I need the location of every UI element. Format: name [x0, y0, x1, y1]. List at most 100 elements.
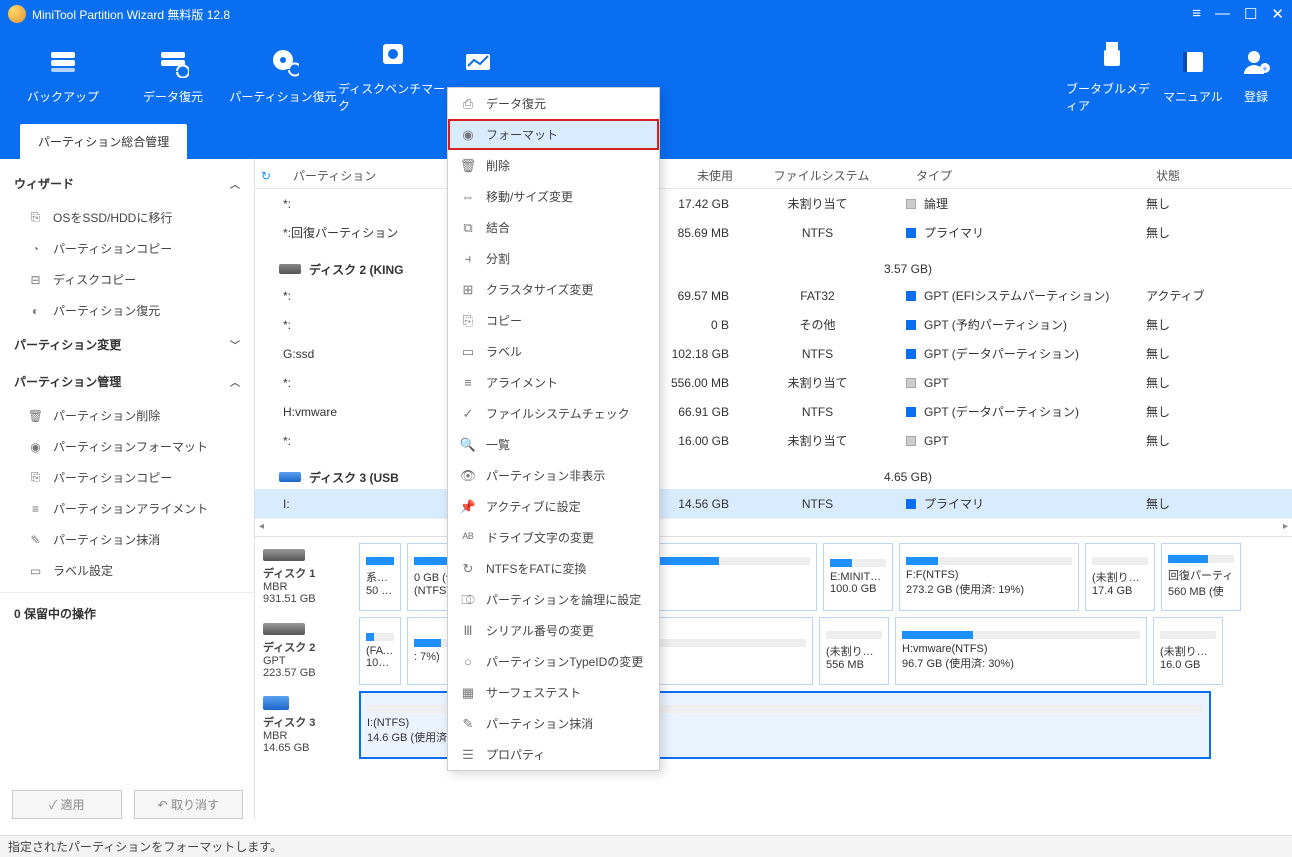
label-icon: ▭	[28, 563, 43, 578]
sidebar-group-wizard[interactable]: ウィザード ︿	[0, 165, 254, 202]
diskmap-block[interactable]: H:vmware(NTFS)96.7 GB (使用済: 30%)	[895, 617, 1147, 685]
close-button[interactable]: ✕	[1271, 5, 1284, 23]
table-row[interactable]: G:ssd 2 GB 102.18 GB NTFS GPT (データパーティショ…	[255, 339, 1292, 368]
context-item-alignment[interactable]: ≡ アライメント	[448, 367, 659, 398]
data-recovery-icon: ⎙	[460, 96, 476, 112]
context-item-hide[interactable]: 👁 パーティション非表示	[448, 460, 659, 491]
sidebar-item-partition-align[interactable]: ≡パーティションアライメント	[0, 493, 254, 524]
context-item-surface-test[interactable]: ▦ サーフェステスト	[448, 677, 659, 708]
context-item-change-typeid[interactable]: ○ パーティションTypeIDの変更	[448, 646, 659, 677]
sidebar-item-disk-copy[interactable]: ⊟ディスクコピー	[0, 264, 254, 295]
toolbar-label: ブータブルメディア	[1066, 80, 1158, 114]
sidebar-item-label-set[interactable]: ▭ラベル設定	[0, 555, 254, 586]
sidebar-item-migrate-os[interactable]: ⎘OSをSSD/HDDに移行	[0, 202, 254, 233]
diskmap-block[interactable]: (未割り当て)16.0 GB	[1153, 617, 1223, 685]
tab-partition-management[interactable]: パーティション総合管理	[20, 124, 187, 159]
menu-icon[interactable]: ≡	[1192, 5, 1201, 23]
context-item-label: フォーマット	[486, 126, 558, 143]
cell-filesystem: NTFS	[735, 405, 900, 419]
table-header: ↻ パーティション 未使用 ファイルシステム タイプ 状態	[255, 159, 1292, 189]
table-row[interactable]: *: MB 0 B その他 GPT (予約パーティション) 無し	[255, 310, 1292, 339]
table-row[interactable]: *:回復パーティション MB 85.69 MB NTFS プライマリ 無し	[255, 218, 1292, 247]
cell-filesystem: NTFS	[735, 497, 900, 511]
toolbar-manual[interactable]: マニュアル	[1158, 28, 1228, 123]
context-item-set-logical[interactable]: ⎄ パーティションを論理に設定	[448, 584, 659, 615]
sidebar-group-partition-change[interactable]: パーティション変更 ﹀	[0, 326, 254, 363]
context-item-delete[interactable]: 🗑 削除	[448, 150, 659, 181]
cell-type: GPT (データパーティション)	[900, 403, 1140, 420]
disk-icon	[462, 46, 494, 78]
context-item-label[interactable]: ▭ ラベル	[448, 336, 659, 367]
context-item-data-recovery[interactable]: ⎙ データ復元	[448, 88, 659, 119]
refresh-icon[interactable]: ↻	[255, 169, 269, 183]
context-item-split[interactable]: ⫞ 分割	[448, 243, 659, 274]
diskmap-block[interactable]: 系?保留50 MB	[359, 543, 401, 611]
context-item-wipe[interactable]: ✎ パーティション抹消	[448, 708, 659, 739]
sidebar-item-partition-recover[interactable]: ◐パーティション復元	[0, 295, 254, 326]
change-letter-icon: ᴬᴮ	[460, 530, 476, 546]
table-row[interactable]: *: MB 69.57 MB FAT32 GPT (EFIシステムパーティション…	[255, 281, 1292, 310]
toolbar-disk-benchmark[interactable]: ディスクベンチマーク	[338, 28, 448, 123]
toolbar-backup[interactable]: バックアップ	[8, 28, 118, 123]
diskmap-block[interactable]: E:MINITOO100.0 GB	[823, 543, 893, 611]
diskmap-block[interactable]: (未割り当て)556 MB	[819, 617, 889, 685]
context-item-move-resize[interactable]: ⇔ 移動/サイズ変更	[448, 181, 659, 212]
context-item-format[interactable]: ◉ フォーマット	[448, 119, 659, 150]
horizontal-scrollbar[interactable]: ◂▸	[255, 518, 1292, 534]
context-item-list[interactable]: 🔍 一覧	[448, 429, 659, 460]
disk-icon	[279, 264, 301, 274]
chevron-down-icon: ﹀	[230, 337, 240, 352]
context-item-cluster-size[interactable]: ⊞ クラスタサイズ変更	[448, 274, 659, 305]
type-color-icon	[906, 199, 916, 209]
col-filesystem[interactable]: ファイルシステム	[739, 167, 904, 184]
context-item-change-letter[interactable]: ᴬᴮ ドライブ文字の変更	[448, 522, 659, 553]
maximize-button[interactable]: ☐	[1244, 5, 1257, 23]
diskmap-block[interactable]: F:F(NTFS)273.2 GB (使用済: 19%)	[899, 543, 1079, 611]
cell-state: 無し	[1140, 374, 1260, 391]
sidebar-item-partition-format[interactable]: ◉パーティションフォーマット	[0, 431, 254, 462]
cell-filesystem: 未割り当て	[735, 374, 900, 391]
diskmap-row: ディスク 3MBR14.65 GB I:(NTFS)14.6 GB (使用済: …	[261, 691, 1286, 759]
col-type[interactable]: タイプ	[904, 167, 1144, 184]
context-item-label: 結合	[486, 219, 510, 236]
context-item-set-active[interactable]: 📌 アクティブに設定	[448, 491, 659, 522]
content-area: ↻ パーティション 未使用 ファイルシステム タイプ 状態 *: 0 B 17.…	[255, 159, 1292, 819]
diskmap-block[interactable]: (FAT32)100 MB	[359, 617, 401, 685]
diskmap-block[interactable]: 回復パーティ560 MB (使	[1161, 543, 1241, 611]
context-item-properties[interactable]: ☰ プロパティ	[448, 739, 659, 770]
context-item-ntfs-to-fat[interactable]: ↻ NTFSをFATに変換	[448, 553, 659, 584]
cell-type: GPT (予約パーティション)	[900, 316, 1140, 333]
cell-state: 無し	[1140, 224, 1260, 241]
context-item-label: アクティブに設定	[486, 498, 581, 515]
table-row[interactable]: H:vmware 0 GB 66.91 GB NTFS GPT (データパーティ…	[255, 397, 1292, 426]
apply-button[interactable]: ✓ 適用	[12, 790, 122, 819]
table-row[interactable]: *: 0 B 556.00 MB 未割り当て GPT 無し	[255, 368, 1292, 397]
table-row[interactable]: *: 0 B 16.00 GB 未割り当て GPT 無し	[255, 426, 1292, 455]
context-item-copy[interactable]: ⎘ コピー	[448, 305, 659, 336]
sidebar-item-partition-delete[interactable]: 🗑パーティション削除	[0, 400, 254, 431]
context-item-change-serial[interactable]: Ⅲ シリアル番号の変更	[448, 615, 659, 646]
sidebar-group-partition-manage[interactable]: パーティション管理 ︿	[0, 363, 254, 400]
col-state[interactable]: 状態	[1144, 167, 1264, 184]
cluster-size-icon: ⊞	[460, 282, 476, 298]
sidebar-item-partition-wipe[interactable]: ✎パーティション抹消	[0, 524, 254, 555]
label-icon: ▭	[460, 344, 476, 360]
table-row[interactable]: *: 0 B 17.42 GB 未割り当て 論理 無し	[255, 189, 1292, 218]
toolbar-data-recovery[interactable]: データ復元	[118, 28, 228, 123]
align-icon: ≡	[28, 501, 43, 516]
minimize-button[interactable]: —	[1215, 5, 1230, 23]
sidebar-item-partition-copy[interactable]: ◔パーティションコピー	[0, 233, 254, 264]
toolbar-register[interactable]: + 登録	[1228, 28, 1284, 123]
undo-button[interactable]: ↶ 取り消す	[134, 790, 244, 819]
context-item-fs-check[interactable]: ✓ ファイルシステムチェック	[448, 398, 659, 429]
diskmap-block[interactable]: (未割り当て)17.4 GB	[1085, 543, 1155, 611]
table-row[interactable]: I: MB 14.56 GB NTFS プライマリ 無し	[255, 489, 1292, 518]
toolbar-bootable-media[interactable]: ブータブルメディア	[1066, 28, 1158, 123]
disk-header-2[interactable]: ディスク 2 (KING3.57 GB)	[255, 247, 1292, 281]
sidebar-item-label: パーティション抹消	[53, 531, 160, 548]
context-item-merge[interactable]: ⧉ 結合	[448, 212, 659, 243]
sidebar-item-label: パーティションコピー	[53, 240, 172, 257]
disk-header-3[interactable]: ディスク 3 (USB 4.65 GB)	[255, 455, 1292, 489]
sidebar-item-partition-copy2[interactable]: ⎘パーティションコピー	[0, 462, 254, 493]
toolbar-partition-recovery[interactable]: パーティション復元	[228, 28, 338, 123]
